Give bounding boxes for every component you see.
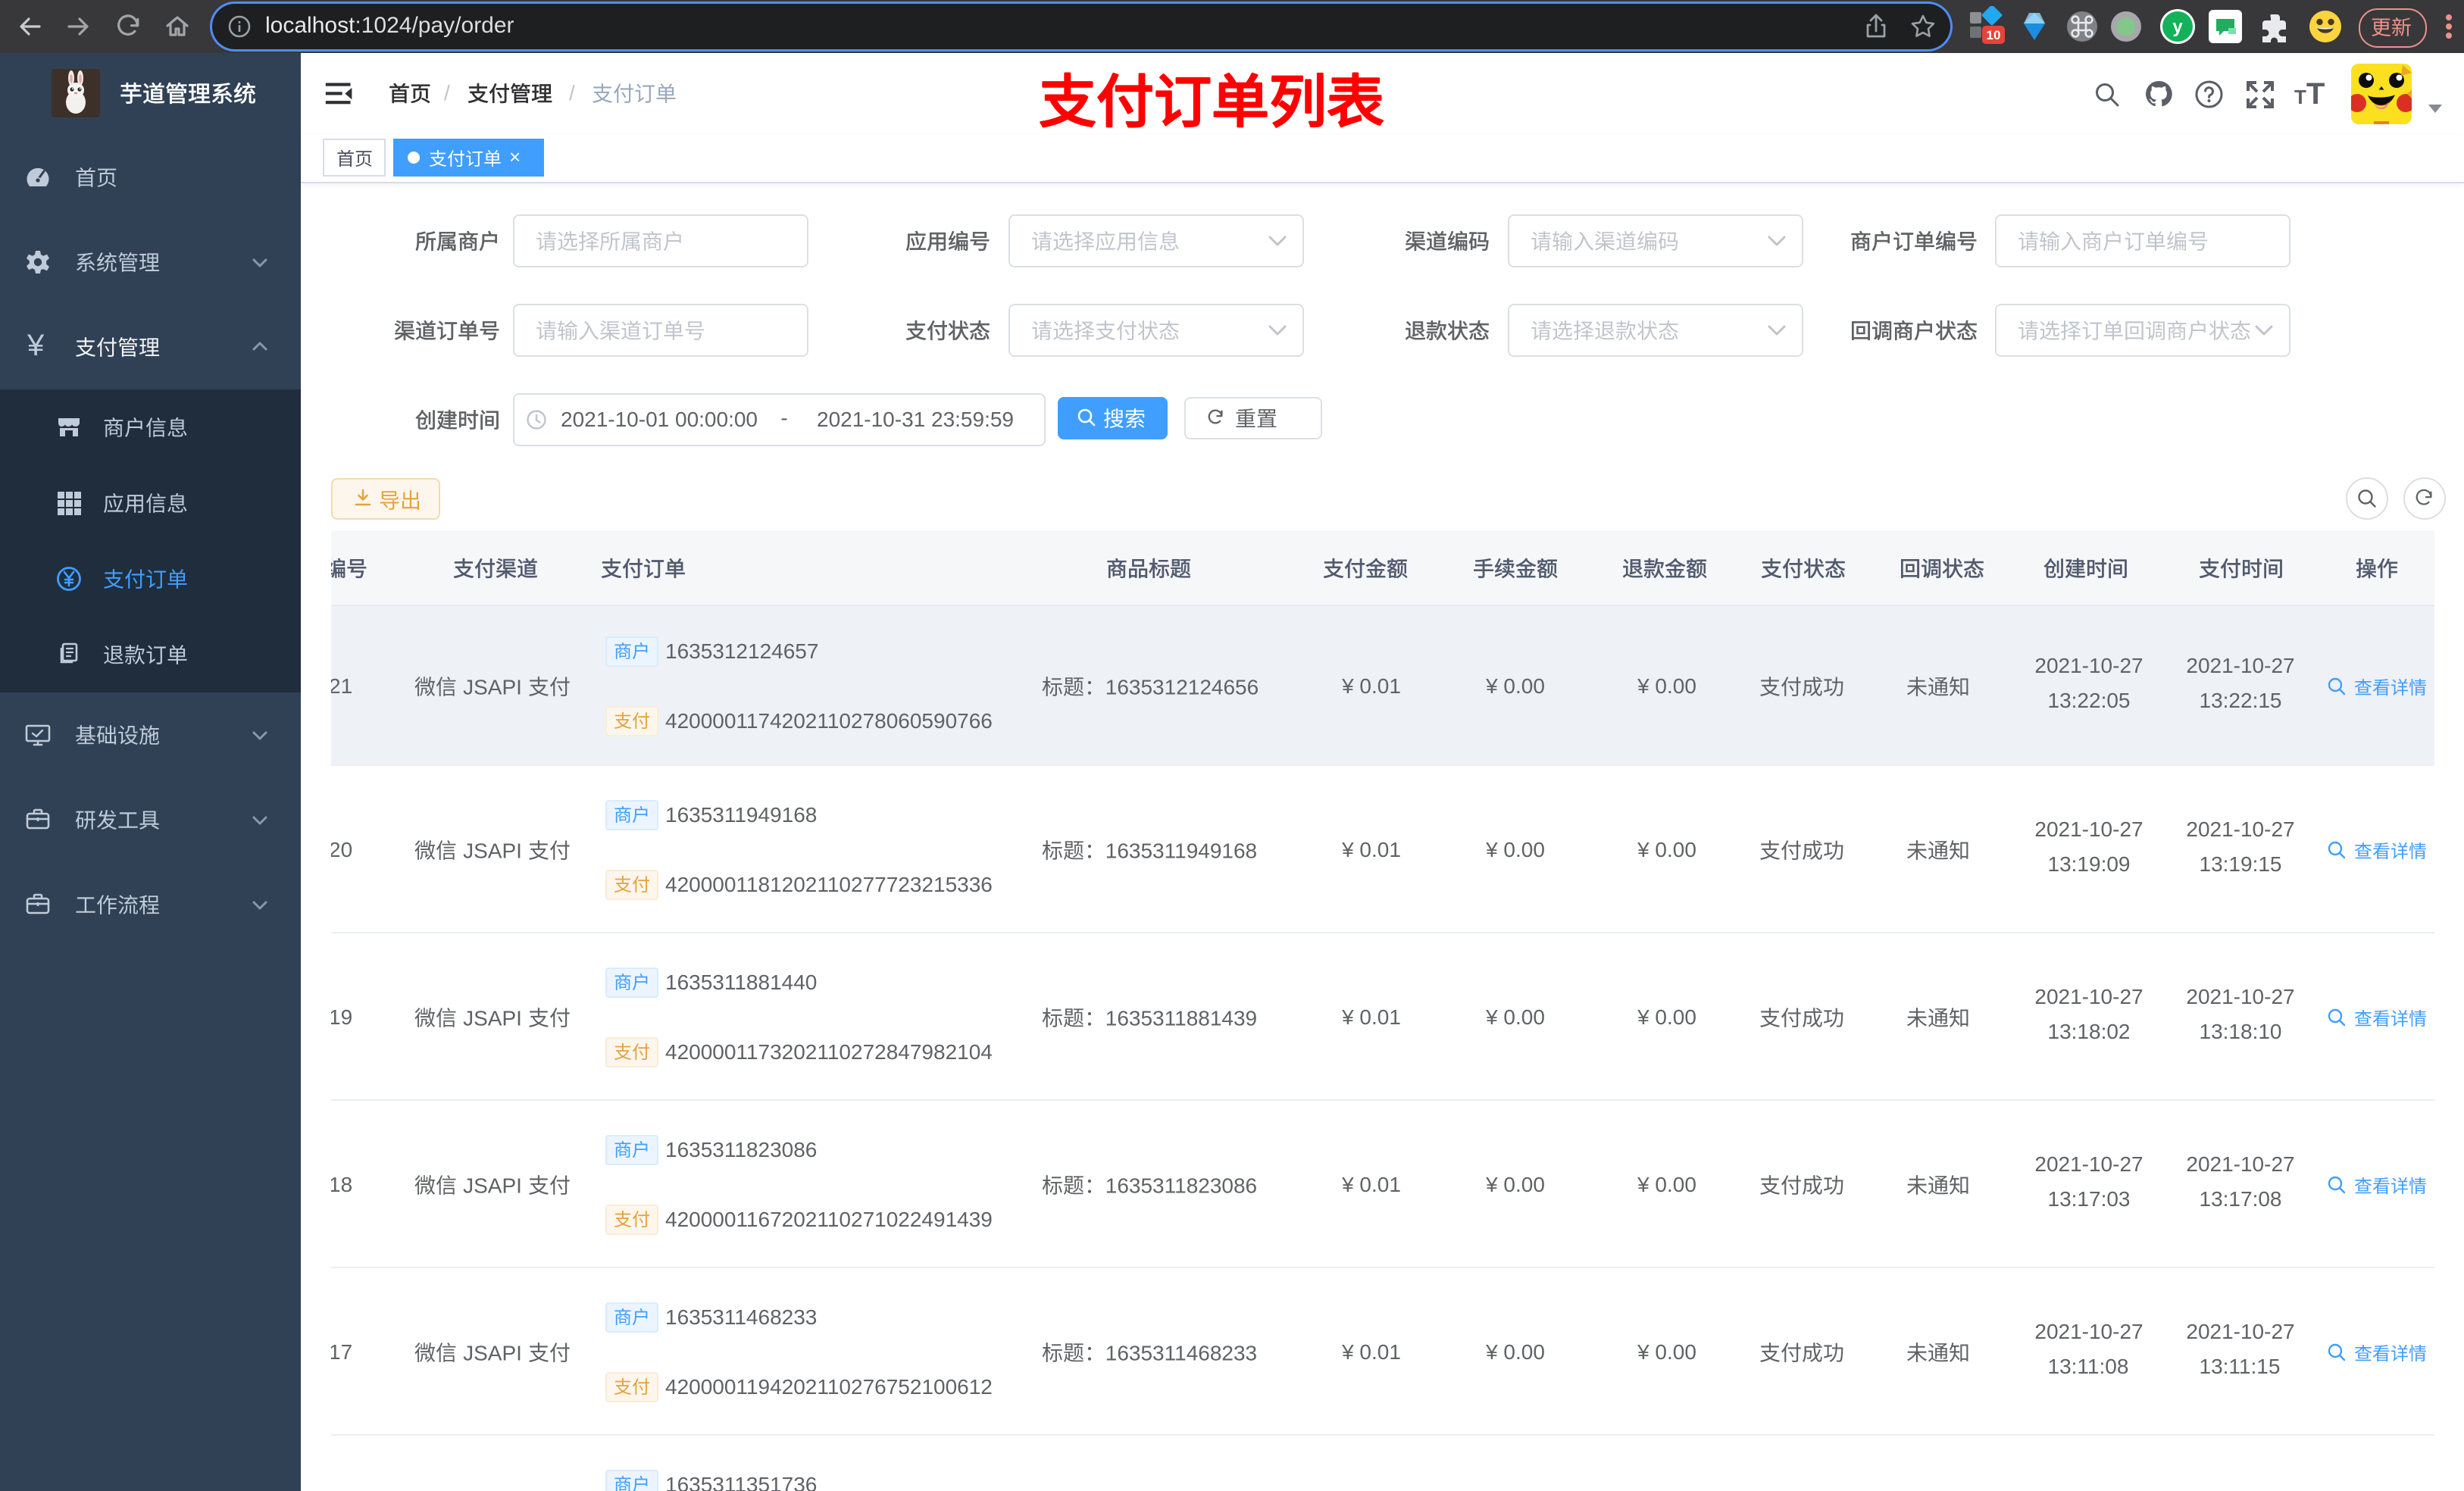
svg-text:10: 10 [1987, 28, 2001, 42]
svg-text:y: y [2172, 17, 2183, 37]
